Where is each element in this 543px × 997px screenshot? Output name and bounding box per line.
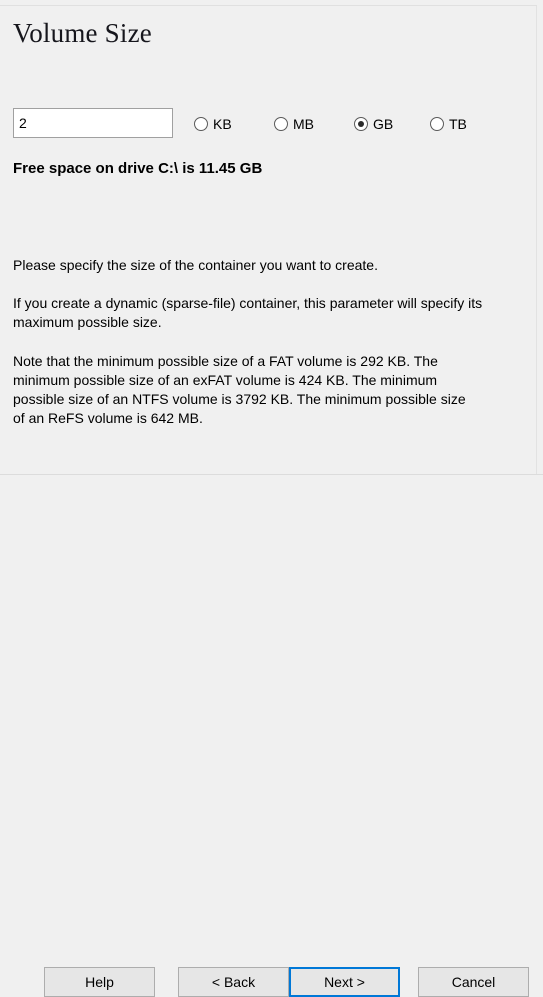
specify-size-text: Please specify the size of the container… <box>13 257 378 273</box>
help-button[interactable]: Help <box>44 967 155 997</box>
page-title: Volume Size <box>13 18 152 48</box>
content-right-border <box>536 6 537 474</box>
back-button[interactable]: < Back <box>178 967 289 997</box>
free-space-label: Free space on drive C:\ is 11.45 GB <box>13 160 263 177</box>
unit-radio-gb-label: GB <box>373 116 394 132</box>
unit-radio-tb[interactable]: TB <box>430 114 467 134</box>
dynamic-container-text: If you create a dynamic (sparse-file) co… <box>13 295 483 330</box>
minimum-size-note-text: Note that the minimum possible size of a… <box>13 353 466 426</box>
radio-circle-icon <box>430 117 444 131</box>
unit-radio-kb-label: KB <box>213 116 232 132</box>
volume-size-row: KB MB GB TB <box>0 108 536 140</box>
next-button[interactable]: Next > <box>289 967 400 997</box>
unit-radio-tb-label: TB <box>449 116 467 132</box>
radio-circle-icon <box>274 117 288 131</box>
unit-radio-gb[interactable]: GB <box>354 114 393 134</box>
cancel-button[interactable]: Cancel <box>418 967 529 997</box>
header-divider <box>0 5 537 6</box>
wizard-button-bar: Help < Back Next > Cancel <box>0 475 543 997</box>
volume-size-input[interactable] <box>13 108 173 138</box>
volume-size-wizard-page: Volume Size KB MB GB TB Free space on dr… <box>0 0 543 997</box>
radio-circle-selected-icon <box>354 117 368 131</box>
unit-radio-mb[interactable]: MB <box>274 114 314 134</box>
unit-radio-mb-label: MB <box>293 116 314 132</box>
unit-radio-kb[interactable]: KB <box>194 114 232 134</box>
radio-circle-icon <box>194 117 208 131</box>
